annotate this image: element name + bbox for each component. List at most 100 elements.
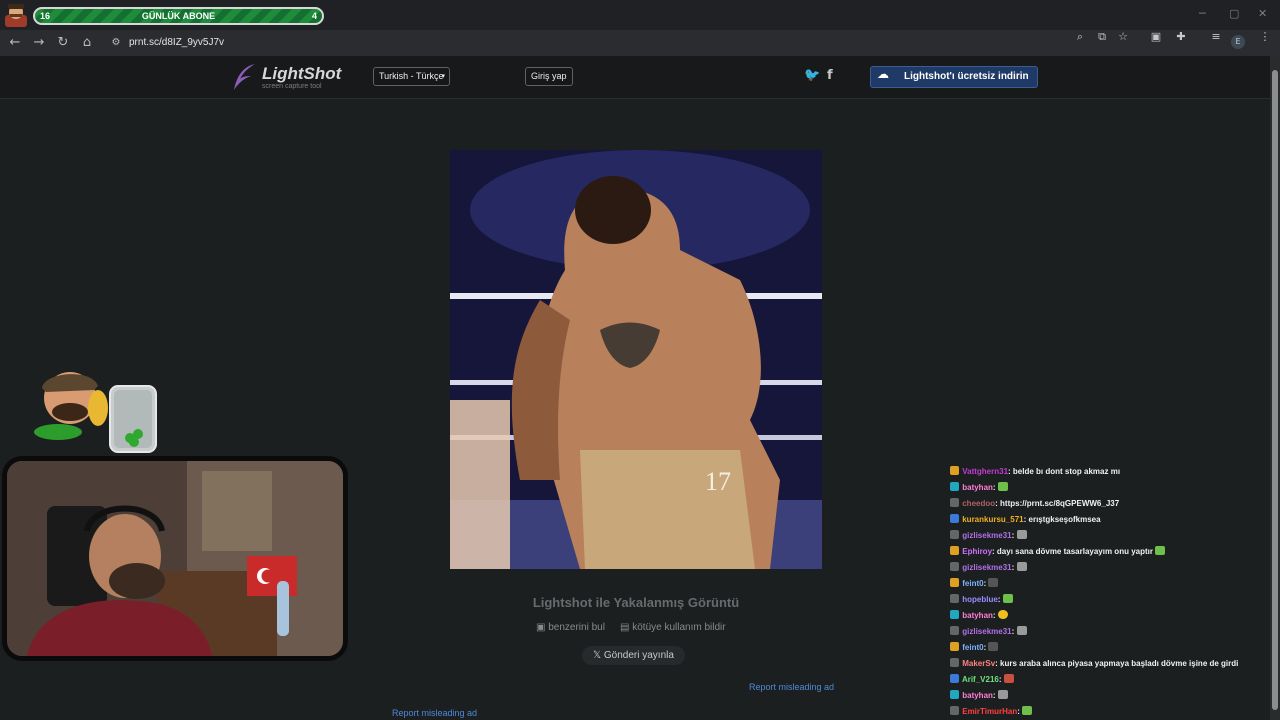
chat-username[interactable]: gizlisekme31 <box>962 531 1011 540</box>
streamer-cartoon-avatar <box>5 4 27 27</box>
chat-username[interactable]: MakerSv <box>962 659 995 668</box>
language-select[interactable]: Turkish - Türkçe ▾ <box>373 67 450 86</box>
feather-logo-icon <box>234 64 255 90</box>
chat-badge-icon <box>950 578 959 587</box>
x-logo-icon: 𝕏 <box>593 650 602 661</box>
minimize-icon[interactable]: ─ <box>1199 7 1206 20</box>
chat-emote-icon <box>1002 594 1013 603</box>
chat-username[interactable]: batyhan <box>962 691 993 700</box>
share-post-label: Gönderi yayınla <box>603 650 674 661</box>
address-bar[interactable]: prnt.sc/d8IZ_9yv5J7v <box>129 30 224 56</box>
scrollbar-thumb[interactable] <box>1272 70 1278 710</box>
chat-emote-icon <box>988 642 999 651</box>
chat-badge-icon <box>950 466 959 475</box>
facebook-icon[interactable]: f <box>827 68 833 83</box>
chat-text: belde bı dont stop akmaz mı <box>1012 467 1121 476</box>
reload-icon[interactable]: ↻ <box>51 30 75 56</box>
chat-badge-icon <box>950 626 959 635</box>
chat-message: gizlisekme31: <box>950 560 1027 576</box>
chat-badge-icon <box>950 658 959 667</box>
streamer-beer-sticker <box>34 372 157 453</box>
chat-message: hopeblue: <box>950 592 1013 608</box>
chat-username[interactable]: gizlisekme31 <box>962 563 1011 572</box>
chat-message: batyhan: <box>950 688 1008 704</box>
back-icon[interactable]: ← <box>3 30 27 56</box>
download-free-button[interactable]: ☁ Lightshot'ı ücretsiz indirin <box>870 66 1038 88</box>
webcam-feed <box>7 461 343 656</box>
browser-toolbar: ← → ↻ ⌂ ⚙ prnt.sc/d8IZ_9yv5J7v ⌕ ⧉ ☆ ▣ ✚… <box>0 30 1280 56</box>
chat-message: EmirTimurHan: <box>950 704 1033 720</box>
chat-badge-icon <box>950 482 959 491</box>
chat-badge-icon <box>950 706 959 715</box>
chat-message: batyhan: <box>950 608 1008 624</box>
captured-screenshot-image[interactable]: 17 <box>450 150 822 569</box>
extensions-icon[interactable]: ✚ <box>1171 30 1191 56</box>
chat-username[interactable]: Arif_V216 <box>962 675 999 684</box>
close-window-icon[interactable]: ✕ <box>1258 7 1267 20</box>
menu-kebab-icon[interactable]: ⋮ <box>1255 30 1275 56</box>
chat-message: Vattghern31: belde bı dont stop akmaz mı <box>950 464 1120 480</box>
chat-message: kurankursu_571: erıştgkseşofkmsea <box>950 512 1101 528</box>
home-icon[interactable]: ⌂ <box>75 30 99 56</box>
chat-badge-icon <box>950 514 959 523</box>
chat-username[interactable]: cheedoo <box>962 499 995 508</box>
reading-list-icon[interactable]: ≡ <box>1206 30 1226 56</box>
chat-badge-icon <box>950 594 959 603</box>
zoom-icon[interactable]: ⌕ <box>1070 30 1090 56</box>
chat-emote-icon <box>997 690 1008 699</box>
chat-username[interactable]: gizlisekme31 <box>962 627 1011 636</box>
chat-text: kurs araba alınca piyasa yapmaya başladı… <box>1000 659 1239 668</box>
chat-username[interactable]: batyhan <box>962 483 993 492</box>
share-post-button[interactable]: 𝕏 Gönderi yayınla <box>582 646 685 665</box>
chat-message: feint0: <box>950 576 999 592</box>
chat-username[interactable]: EmirTimurHan <box>962 707 1017 716</box>
chat-message: cheedoo: https://prnt.sc/8qGPEWW6_J37 <box>950 496 1119 512</box>
chat-message: gizlisekme31: <box>950 624 1027 640</box>
chat-message: Ephiroy: dayı sana dövme tasarlayayım on… <box>950 544 1166 560</box>
chat-username[interactable]: feint0 <box>962 579 983 588</box>
lightshot-header: LightShot screen capture tool Turkish - … <box>0 56 1270 99</box>
flag-icon: ▤ <box>620 622 630 633</box>
twitter-icon[interactable]: 🐦 <box>804 68 820 83</box>
chat-username[interactable]: feint0 <box>962 643 983 652</box>
chat-badge-icon <box>950 546 959 555</box>
bookmark-star-icon[interactable]: ☆ <box>1113 30 1133 56</box>
image-caption: Lightshot ile Yakalanmış Görüntü <box>532 595 740 610</box>
stream-chat: Vattghern31: belde bı dont stop akmaz mı… <box>950 464 1260 720</box>
chat-emote-icon <box>1016 562 1027 571</box>
chat-badge-icon <box>950 530 959 539</box>
chat-message: MakerSv: kurs araba alınca piyasa yapmay… <box>950 656 1238 672</box>
chat-text: https://prnt.sc/8qGPEWW6_J37 <box>1000 499 1120 508</box>
chat-emote-icon <box>1016 530 1027 539</box>
install-app-icon[interactable]: ⧉ <box>1092 30 1112 56</box>
chat-emote-icon <box>997 610 1008 619</box>
chat-username[interactable]: Vattghern31 <box>962 467 1008 476</box>
download-cloud-icon: ☁ <box>877 67 889 81</box>
login-button[interactable]: Giriş yap <box>525 67 573 86</box>
chat-username[interactable]: kurankursu_571 <box>962 515 1023 524</box>
profile-avatar[interactable]: E <box>1231 35 1245 49</box>
chat-username[interactable]: Ephiroy <box>962 547 992 556</box>
chat-badge-icon <box>950 690 959 699</box>
chat-message: gizlisekme31: <box>950 528 1027 544</box>
report-abuse-link[interactable]: ▤ kötüye kullanım bildir <box>620 622 726 633</box>
report-misleading-ad-link-right[interactable]: Report misleading ad <box>749 682 834 692</box>
find-similar-label: benzerini bul <box>548 622 605 633</box>
lightshot-logo-text[interactable]: LightShot <box>262 64 341 84</box>
sub-goal-target: 4 <box>311 11 317 21</box>
chat-username[interactable]: batyhan <box>962 611 993 620</box>
sub-goal-label: GÜNLÜK ABONE <box>141 11 216 21</box>
report-misleading-ad-link-left[interactable]: Report misleading ad <box>392 708 477 718</box>
media-icon[interactable]: ▣ <box>1146 30 1166 56</box>
chevron-down-icon: ▾ <box>441 73 445 80</box>
chat-message: feint0: <box>950 640 999 656</box>
chat-badge-icon <box>950 674 959 683</box>
chat-emote-icon <box>988 578 999 587</box>
forward-icon[interactable]: → <box>27 30 51 56</box>
daily-sub-goal-bar: 16 GÜNLÜK ABONE 4 <box>33 7 324 25</box>
chat-emote-icon <box>1155 546 1166 555</box>
find-similar-link[interactable]: ▣ benzerini bul <box>536 622 605 633</box>
restore-icon[interactable]: ▢ <box>1229 7 1239 20</box>
chat-username[interactable]: hopeblue <box>962 595 998 604</box>
site-info-icon[interactable]: ⚙ <box>104 30 128 56</box>
